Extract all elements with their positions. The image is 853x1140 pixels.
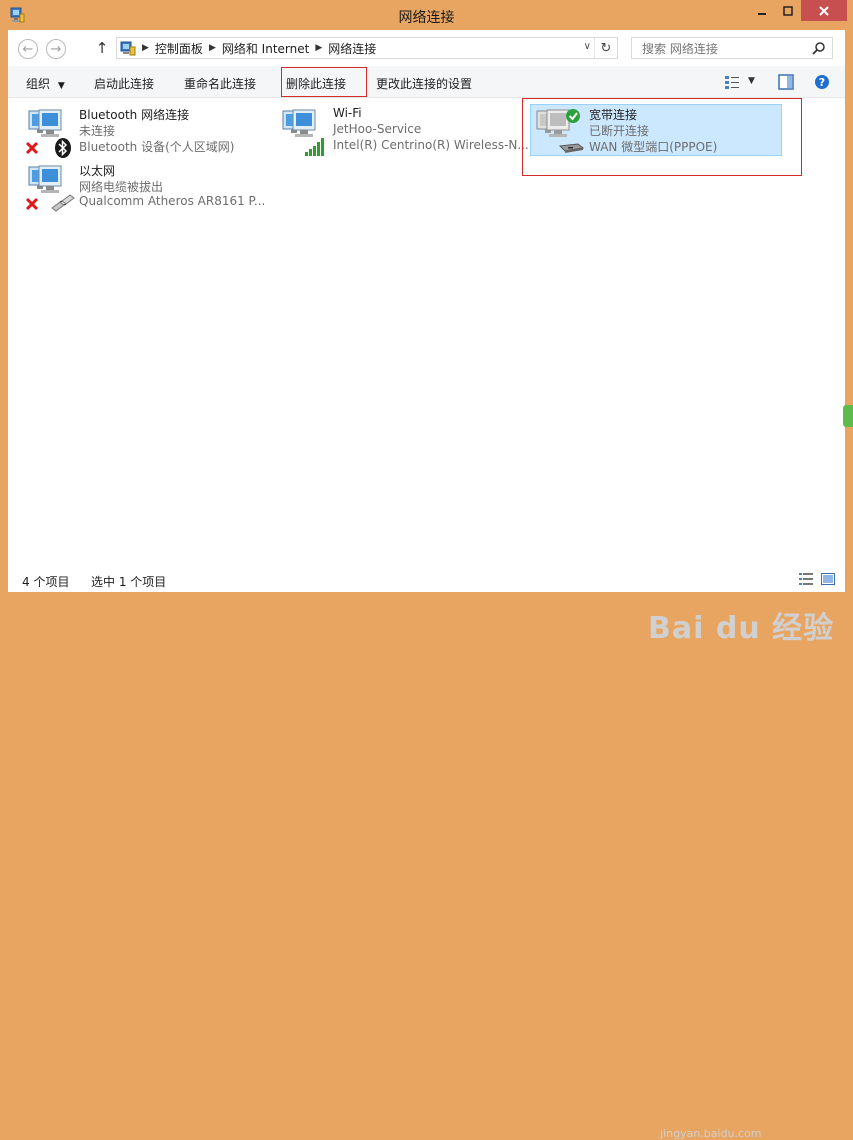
arrow-right-icon: → — [50, 41, 62, 57]
connection-item-bluetooth[interactable]: Bluetooth 网络连接 未连接 Bluetooth 设备(个人区域网) — [24, 106, 274, 158]
connection-status: 已断开连接 — [589, 124, 650, 138]
connection-device: WAN 微型端口(PPPOE) — [589, 140, 718, 154]
window-title: 网络连接 — [398, 10, 455, 26]
breadcrumb-network-connections[interactable]: 网络连接 — [328, 40, 376, 57]
organize-button[interactable]: 组织 ▼ — [26, 75, 65, 92]
search-icon[interactable] — [812, 41, 826, 55]
command-bar: 组织 ▼ 启动此连接 重命名此连接 删除此连接 更改此连接的设置 ▼ ? — [8, 66, 845, 98]
refresh-icon: ↻ — [600, 40, 612, 56]
watermark-url: jingyan.baidu.com — [660, 1127, 762, 1140]
connection-name: Bluetooth 网络连接 — [79, 108, 190, 122]
arrow-left-icon: ← — [22, 41, 34, 57]
connection-name: Wi-Fi — [333, 106, 362, 120]
navigation-bar: ← → ↑ ▶ 控制面板 ▶ 网络和 Internet ▶ 网络连接 ∨ ↻ 搜… — [8, 30, 845, 66]
arrow-up-icon: ↑ — [95, 39, 109, 57]
status-bar: 4 个项目 选中 1 个项目 jingyan.baidu.com — [8, 565, 845, 1140]
refresh-button[interactable]: ↻ — [594, 38, 617, 58]
watermark-logo: Bai du 经验 — [648, 611, 835, 646]
connection-name: 以太网 — [79, 164, 116, 178]
chevron-right-icon[interactable]: ▶ — [315, 43, 322, 53]
connection-item-wifi[interactable]: Wi-Fi JetHoo-Service Intel(R) Centrino(R… — [278, 106, 529, 158]
search-input[interactable] — [640, 39, 804, 59]
selected-count: 选中 1 个项目 — [91, 575, 167, 589]
change-settings-button[interactable]: 更改此连接的设置 — [376, 75, 472, 92]
connections-list: Bluetooth 网络连接 未连接 Bluetooth 设备(个人区域网) W… — [8, 98, 845, 646]
bluetooth-icon — [55, 138, 71, 158]
organize-label: 组织 — [26, 77, 51, 91]
maximize-icon — [783, 5, 793, 16]
chevron-right-icon[interactable]: ▶ — [209, 43, 216, 53]
up-button[interactable]: ↑ — [94, 38, 110, 58]
back-button[interactable]: ← — [18, 39, 38, 59]
details-view-icon[interactable] — [799, 573, 813, 585]
connection-item-broadband[interactable]: 宽带连接 已断开连接 WAN 微型端口(PPPOE) — [530, 104, 784, 158]
connection-device: Intel(R) Centrino(R) Wireless-N... — [333, 138, 529, 152]
ethernet-cable-icon — [51, 194, 75, 212]
minimize-button[interactable] — [749, 0, 775, 21]
delete-connection-button[interactable]: 删除此连接 — [286, 75, 346, 92]
connection-item-ethernet[interactable]: 以太网 网络电缆被拔出 Qualcomm Atheros AR8161 P... — [24, 162, 274, 214]
connection-status: 网络电缆被拔出 — [79, 180, 164, 194]
chevron-down-icon[interactable]: ∨ — [584, 41, 591, 52]
connection-status: JetHoo-Service — [333, 122, 422, 136]
control-panel-icon — [120, 41, 136, 56]
close-button[interactable] — [801, 0, 847, 21]
item-count: 4 个项目 — [22, 575, 70, 589]
explorer-window: 网络连接 ← → ↑ ▶ 控制面板 ▶ 网络和 Internet ▶ 网络连接 … — [0, 0, 853, 1140]
preview-pane-icon[interactable] — [778, 74, 794, 90]
wifi-signal-icon — [305, 138, 324, 156]
breadcrumb-network-internet[interactable]: 网络和 Internet — [222, 40, 309, 57]
chevron-down-icon[interactable]: ▼ — [748, 76, 755, 86]
modem-icon — [558, 143, 584, 153]
help-icon[interactable]: ? — [814, 74, 830, 90]
rename-connection-button[interactable]: 重命名此连接 — [184, 75, 256, 92]
title-bar[interactable]: 网络连接 — [0, 0, 853, 30]
forward-button[interactable]: → — [46, 39, 66, 59]
side-widget-tab[interactable] — [843, 405, 853, 427]
large-icons-view-icon[interactable] — [821, 573, 835, 585]
search-box[interactable] — [631, 37, 833, 59]
start-connection-button[interactable]: 启动此连接 — [94, 75, 154, 92]
connection-name: 宽带连接 — [589, 108, 638, 122]
address-bar[interactable]: ▶ 控制面板 ▶ 网络和 Internet ▶ 网络连接 ∨ ↻ — [116, 37, 618, 59]
breadcrumb-control-panel[interactable]: 控制面板 — [155, 40, 203, 57]
close-icon — [819, 5, 829, 16]
connection-device: Bluetooth 设备(个人区域网) — [79, 140, 235, 154]
connection-status: 未连接 — [79, 124, 116, 138]
chevron-right-icon[interactable]: ▶ — [142, 43, 149, 53]
svg-text:?: ? — [819, 76, 825, 89]
minimize-icon — [758, 12, 766, 15]
chevron-down-icon: ▼ — [57, 81, 65, 91]
view-options-icon[interactable] — [724, 74, 740, 90]
connection-device: Qualcomm Atheros AR8161 P... — [79, 194, 266, 208]
window-controls — [749, 0, 847, 21]
window-body: ← → ↑ ▶ 控制面板 ▶ 网络和 Internet ▶ 网络连接 ∨ ↻ 搜… — [8, 30, 845, 1140]
maximize-button[interactable] — [775, 0, 801, 21]
